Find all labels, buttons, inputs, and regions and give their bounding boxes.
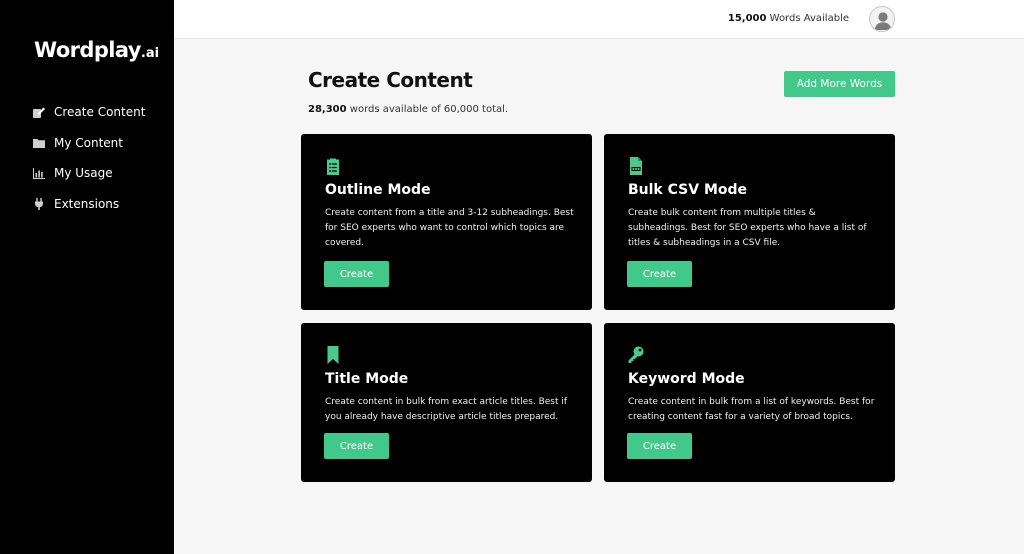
brand-logo[interactable]: Wordplay.ai [34,38,159,62]
card-description: Create content from a title and 3-12 sub… [325,208,574,248]
sidebar-item-label: Create Content [54,105,146,120]
sidebar: Wordplay.ai Create Content My Content My… [0,0,174,554]
sidebar-item-create-content[interactable]: Create Content [0,97,174,128]
sidebar-item-label: Extensions [54,196,120,211]
sidebar-item-my-content[interactable]: My Content [0,128,174,159]
words-available-count: 15,000 [727,13,767,24]
csv-file-icon [628,157,644,175]
bulk-csv-mode-card: Bulk CSV Mode Create bulk content from m… [604,134,895,310]
clipboard-list-icon [325,157,341,175]
bar-chart-icon [32,166,46,180]
words-summary-count: 28,300 [308,104,347,115]
user-icon [874,12,892,30]
bulk-csv-mode-create-button[interactable]: Create [627,261,692,287]
sidebar-item-label: My Usage [54,166,113,181]
sidebar-nav: Create Content My Content My Usage Exten… [0,97,174,219]
card-title: Keyword Mode [628,371,745,387]
plug-icon [32,197,46,211]
key-icon [628,346,644,364]
edit-icon [32,105,46,119]
sidebar-item-extensions[interactable]: Extensions [0,189,174,220]
page-title: Create Content [308,68,473,92]
add-more-words-button[interactable]: Add More Words [784,71,895,97]
keyword-mode-card: Keyword Mode Create content in bulk from… [604,323,895,482]
card-title: Title Mode [325,371,409,387]
outline-mode-create-button[interactable]: Create [324,261,389,287]
top-bar: 15,000 Words Available [174,0,1024,39]
card-description: Create content in bulk from exact articl… [325,397,568,422]
words-summary-text: words available of 60,000 total. [349,104,509,115]
card-description: Create bulk content from multiple titles… [628,208,867,248]
keyword-mode-create-button[interactable]: Create [627,433,692,459]
card-description: Create content in bulk from a list of ke… [628,397,875,422]
title-mode-card: Title Mode Create content in bulk from e… [301,323,592,482]
brand-name: Wordplay [34,38,141,62]
bookmark-icon [325,346,341,364]
app: Wordplay.ai Create Content My Content My… [0,0,1024,554]
brand-suffix: .ai [140,46,160,61]
sidebar-item-my-usage[interactable]: My Usage [0,158,174,189]
words-available-label: Words Available [769,13,849,24]
folder-icon [32,136,46,150]
card-title: Outline Mode [325,182,431,198]
words-available-indicator: 15,000 Words Available [728,13,849,24]
sidebar-item-label: My Content [54,135,123,150]
title-mode-create-button[interactable]: Create [324,433,389,459]
outline-mode-card: Outline Mode Create content from a title… [301,134,592,310]
card-title: Bulk CSV Mode [628,182,748,198]
user-avatar[interactable] [869,6,895,32]
words-summary: 28,300 words available of 60,000 total. [308,104,508,115]
